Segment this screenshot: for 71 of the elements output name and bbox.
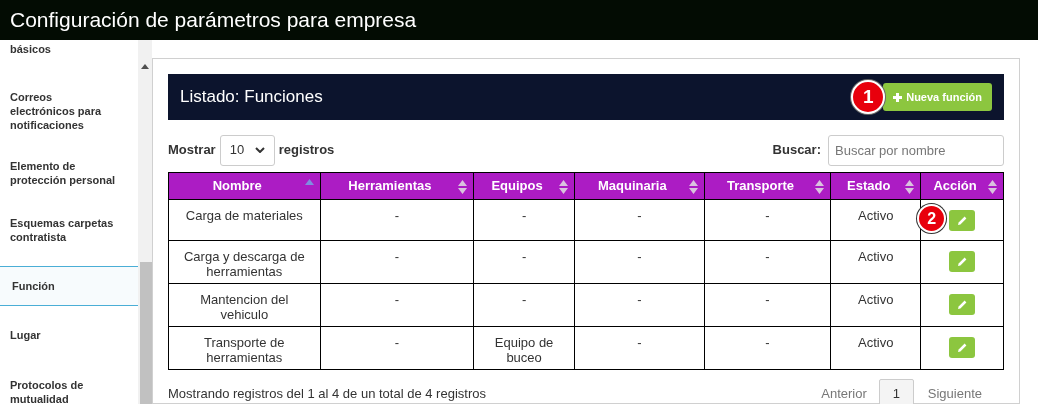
column-header[interactable]: Acción	[920, 172, 1004, 200]
table-cell: -	[765, 292, 770, 307]
table-cell: -	[637, 208, 642, 223]
sort-icon	[688, 180, 698, 194]
page-length-select[interactable]: 10	[219, 134, 275, 166]
table-info: Mostrando registros del 1 al 4 de un total de 4 registros	[168, 384, 486, 403]
sort-ascending-icon	[304, 179, 314, 185]
step-marker: 2	[917, 204, 947, 233]
sidebar-item[interactable]: Lugar	[0, 306, 138, 363]
previous-link[interactable]: Anterior	[809, 383, 879, 404]
pencil-icon	[957, 343, 967, 352]
pencil-icon	[957, 300, 967, 309]
table-cell: -	[521, 292, 527, 307]
table-cell: -	[394, 335, 400, 350]
edit-button[interactable]	[949, 251, 976, 272]
scroll-thumb[interactable]	[140, 262, 152, 404]
sidebar-item[interactable]: Protocolos de mutualidad	[0, 363, 138, 404]
table-cell: Equipo de buceo	[494, 335, 554, 365]
plus-icon	[893, 92, 903, 102]
edit-button[interactable]	[949, 210, 976, 231]
sidebar-item[interactable]: básicos	[0, 40, 138, 78]
table-cell: Carga y descarga de herramientas	[183, 249, 305, 279]
search-label: Buscar:	[772, 141, 821, 160]
table-cell: -	[394, 292, 400, 307]
window-title: Configuración de parámetros para empresa	[10, 7, 417, 34]
show-label: Mostrar	[168, 141, 216, 160]
sort-icon	[458, 180, 468, 194]
table-cell: Activo	[858, 292, 894, 307]
sort-icon	[558, 180, 568, 194]
sort-icon	[815, 180, 825, 194]
table-cell: -	[765, 249, 770, 264]
panel-title: Listado: Funciones	[180, 86, 323, 109]
table-cell: -	[637, 335, 642, 350]
scroll-up-icon[interactable]	[141, 64, 149, 69]
sidebar-item[interactable]: Función	[0, 266, 138, 306]
table-cell: -	[521, 249, 527, 264]
search-field[interactable]: Buscar por nombre	[828, 134, 1004, 166]
table-cell: -	[765, 208, 770, 223]
table-cell: -	[394, 249, 400, 264]
scrollbar[interactable]	[138, 40, 152, 404]
column-header[interactable]: Maquinaria	[574, 172, 705, 200]
sort-icon	[905, 180, 915, 194]
table-cell: Activo	[858, 335, 894, 350]
table-cell: Transporte de herramientas	[204, 335, 285, 365]
table-cell: Mantencion del vehiculo	[200, 292, 289, 322]
edit-button[interactable]	[949, 294, 976, 315]
table-cell: Activo	[858, 249, 894, 264]
table-cell: -	[765, 335, 770, 350]
column-header[interactable]: Equipos	[473, 172, 575, 200]
chevron-down-icon	[254, 147, 265, 153]
records-label: registros	[278, 141, 335, 160]
pencil-icon	[957, 257, 967, 266]
table-cell: -	[394, 208, 400, 223]
sidebar-item[interactable]: Correos electrónicos para notificaciones	[0, 78, 138, 144]
column-header[interactable]: Estado	[830, 172, 921, 200]
table-cell: Carga de materiales	[185, 208, 303, 223]
step-marker: 1	[851, 80, 886, 114]
sidebar-item[interactable]: Elemento de protección personal	[0, 144, 138, 201]
table-cell: -	[637, 292, 642, 307]
next-link[interactable]: Siguiente	[913, 383, 996, 404]
table-cell: -	[637, 249, 642, 264]
sidebar-item[interactable]: Esquemas carpetas contratista	[0, 201, 138, 258]
page-button[interactable]: 1	[878, 379, 914, 404]
column-header[interactable]: Herramientas	[320, 172, 474, 200]
pencil-icon	[957, 216, 967, 225]
edit-button[interactable]	[949, 337, 976, 358]
table-cell: Activo	[858, 208, 894, 223]
table-cell: -	[521, 208, 527, 223]
sort-icon	[988, 180, 997, 194]
column-header[interactable]: Nombre	[168, 172, 321, 200]
column-header[interactable]: Transporte	[704, 172, 831, 200]
